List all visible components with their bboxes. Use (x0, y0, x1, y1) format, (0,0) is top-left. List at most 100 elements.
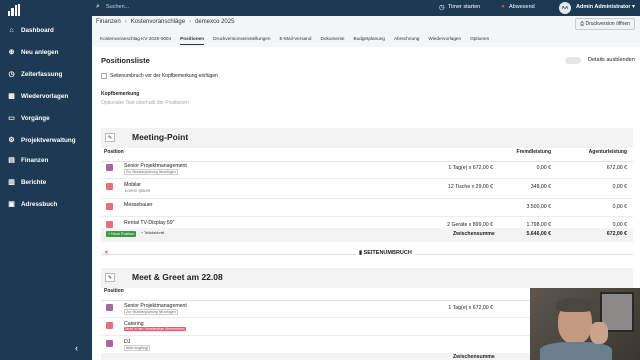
position-tag: Zur Stundenplanung hinzufügen (124, 169, 178, 175)
page-title: Positionsliste (101, 56, 150, 65)
tab-budgetplanung[interactable]: Budgetplanung (353, 33, 385, 45)
timer-button[interactable]: Timer starten (448, 4, 480, 10)
col-agenturleistung: Agenturleistung (588, 149, 627, 155)
topbar: ⌕ Suchen... ◷ Timer starten ● Abwesend A… (92, 0, 640, 16)
table-row[interactable]: Mobilar Lorem Ipsum 12 Tische x 29,00 € … (101, 179, 633, 199)
position-fremd: 0,00 € (536, 165, 551, 171)
sidebar-item-adressbuch[interactable]: ▣ Adressbuch (0, 194, 92, 214)
breadcrumb-item[interactable]: Kostenvoranschläge (131, 19, 185, 25)
sidebar-item-neu-anlegen[interactable]: ⊕ Neu anlegen (0, 42, 92, 62)
add-subsection-button[interactable]: + Teilabschnitt (141, 231, 164, 235)
sidebar-item-finanzen[interactable]: ▤ Finanzen (0, 150, 92, 170)
plus-circle-icon: ⊕ (8, 49, 15, 56)
position-type-icon (106, 304, 113, 311)
calendar-icon: ▦ (8, 93, 15, 100)
col-position: Position (104, 288, 124, 294)
person-hair (556, 298, 594, 312)
section-header: ✎ Meet & Greet am 22.08 (101, 268, 633, 288)
tab-dokumente[interactable]: Dokumente (321, 33, 345, 45)
person-hand (590, 322, 608, 344)
sidebar: ⌂ Dashboard ⊕ Neu anlegen ◷ Zeiterfassung ▦… (0, 0, 92, 360)
person-shirt (540, 342, 612, 360)
edit-icon[interactable]: ✎ (105, 273, 115, 282)
app-logo[interactable] (8, 4, 20, 16)
avatar[interactable]: AA (559, 2, 571, 14)
breadcrumb-item[interactable]: Finanzen (96, 19, 121, 25)
pagebreak-checkbox[interactable] (101, 73, 107, 79)
print-version-label: Druckversion öffnen (585, 21, 630, 27)
col-position: Position (104, 149, 124, 155)
section-title[interactable]: Meet & Greet am 22.08 (132, 272, 223, 282)
position-name: Rental TV-Display 59" (124, 220, 175, 226)
sidebar-item-vorgaenge[interactable]: ▭ Vorgänge (0, 108, 92, 128)
sidebar-item-berichte[interactable]: ▥ Berichte (0, 172, 92, 192)
chevron-down-icon[interactable]: ▾ (632, 3, 635, 10)
pagebreak-text: SEITENUMBRUCH (363, 250, 412, 256)
position-agentur: 0,00 € (612, 184, 627, 190)
position-tag: Aktiv angelegt (124, 345, 150, 351)
sidebar-item-label: Neu anlegen (21, 48, 59, 56)
status-icon: ● (501, 3, 505, 10)
add-position-button[interactable]: + Neue Position (106, 231, 137, 237)
kopfbemerkung-label: Kopfbemerkung (101, 91, 140, 97)
sidebar-item-label: Wiedervorlagen (21, 92, 69, 100)
position-fremd: 3.500,00 € (526, 204, 551, 210)
kopfbemerkung-input[interactable]: Optionaler Text oberhalb der Positionen (101, 98, 633, 111)
user-menu[interactable]: Admin Administrator (576, 4, 631, 10)
table-row[interactable]: Senior Projektmanagement Zur Stundenplan… (101, 160, 633, 179)
tab-abrechnung[interactable]: Abrechnung (394, 33, 419, 45)
remove-pagebreak-icon[interactable]: ✕ (104, 250, 109, 256)
position-fremd: 348,00 € (530, 184, 551, 190)
sidebar-item-label: Finanzen (21, 156, 49, 164)
position-type-icon (106, 164, 113, 171)
finance-icon: ▤ (8, 157, 15, 164)
section-title[interactable]: Meeting-Point (132, 132, 188, 142)
position-quantity: 1 Tag(e) x 672,00 € (448, 305, 493, 311)
collapse-sidebar-icon[interactable]: ‹ (75, 343, 78, 353)
position-type-icon (106, 322, 113, 329)
table-row[interactable]: Messebauer 3.500,00 € 0,00 € (101, 199, 633, 217)
home-icon: ⌂ (9, 26, 14, 34)
sidebar-item-projektverwaltung[interactable]: ⚙ Projektverwaltung (0, 130, 92, 150)
pagebreak-label: ▮ SEITENUMBRUCH (356, 250, 415, 256)
edit-icon[interactable]: ✎ (105, 133, 115, 142)
position-agentur: 0,00 € (612, 204, 627, 210)
folder-icon: ▭ (8, 115, 15, 122)
position-tag: Zur Stundenplanung hinzufügen (124, 309, 178, 315)
position-type-icon (106, 221, 113, 228)
search-input[interactable]: Suchen... (106, 4, 129, 10)
subtotal-fremd: 5.646,00 € (526, 231, 551, 237)
sidebar-item-label: Zeiterfassung (21, 70, 63, 78)
col-fremdleistung: Fremdleistung (516, 149, 551, 155)
position-name: Messebauer (124, 202, 153, 208)
tab-email-versand[interactable]: E-Mail-Versand (279, 33, 311, 45)
position-type-icon (106, 340, 113, 347)
details-toggle[interactable] (565, 57, 581, 64)
details-toggle-label: Details ausblenden (588, 57, 635, 63)
sidebar-item-label: Berichte (21, 178, 47, 186)
section-header: ✎ Meeting-Point (101, 128, 633, 148)
sidebar-item-zeiterfassung[interactable]: ◷ Zeiterfassung (0, 64, 92, 84)
print-version-button[interactable]: ⎙ Druckversion öffnen (575, 18, 635, 30)
sidebar-item-label: Projektverwaltung (21, 136, 76, 144)
sidebar-item-label: Dashboard (21, 26, 54, 34)
sidebar-item-wiedervorlagen[interactable]: ▦ Wiedervorlagen (0, 86, 92, 106)
tab-wiedervorlagen[interactable]: Wiedervorlagen (428, 33, 461, 45)
position-agentur: 672,00 € (606, 165, 627, 171)
breadcrumb: Finanzen › Kostenvoranschläge › demexco 2025 (96, 19, 235, 25)
sidebar-item-label: Vorgänge (21, 114, 50, 122)
pagebreak-checkbox-label: Seitenumbruch vor der Kopfbemerkung einf… (110, 73, 218, 79)
tab-positionen[interactable]: Positionen (180, 33, 205, 45)
sidebar-item-dashboard[interactable]: ⌂ Dashboard (0, 20, 92, 40)
addressbook-icon: ▣ (8, 201, 15, 208)
status-button[interactable]: Abwesend (509, 4, 535, 10)
chart-icon: ▥ (8, 179, 15, 186)
subtotal-label: Zwischensumme (453, 354, 495, 360)
position-description: Lorem Ipsum (125, 188, 151, 193)
position-type-icon (106, 183, 113, 190)
tab-optionen[interactable]: Optionen (470, 33, 489, 45)
position-tag: Nicht in den Stundenplan übernehmen (124, 327, 186, 331)
tab-druckversionseinstellungen[interactable]: Druckversionseinstellungen (213, 33, 270, 45)
subtotal-agentur: 672,00 € (606, 231, 627, 237)
tab-kostenvoranschlag[interactable]: Kostenvoranschlag KV-2025-0004 (100, 33, 171, 45)
